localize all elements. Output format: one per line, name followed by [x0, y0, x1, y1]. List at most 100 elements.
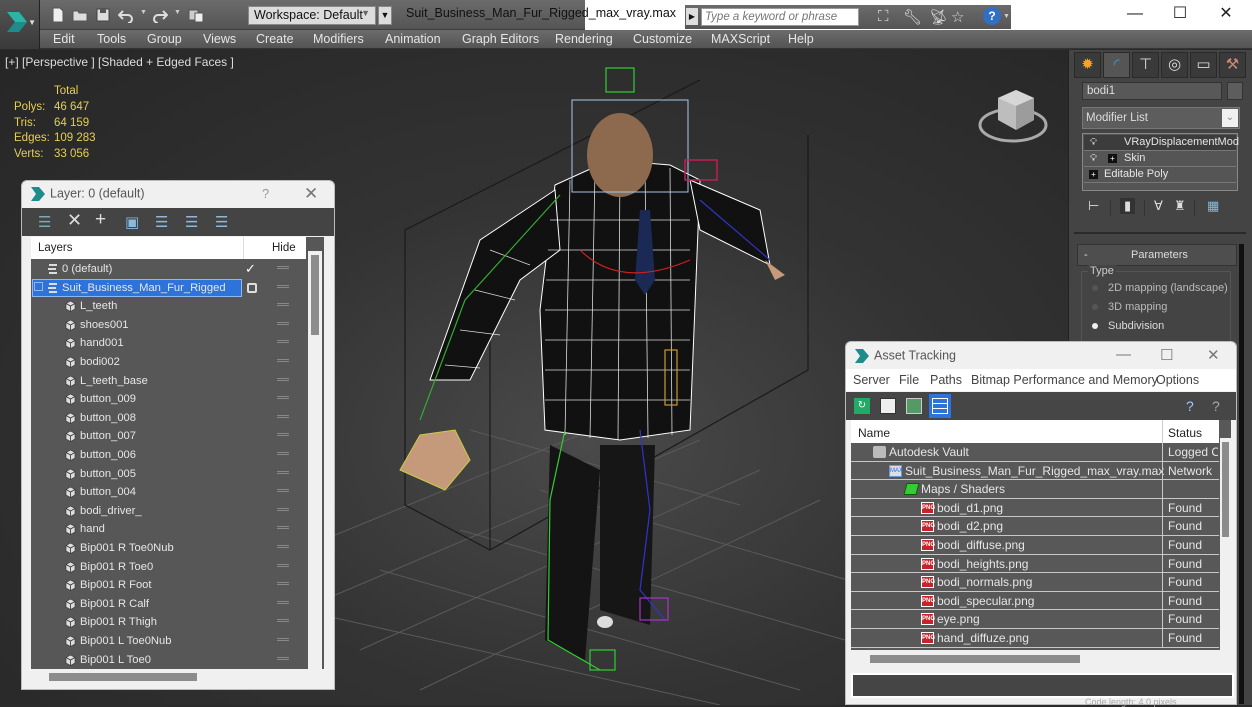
minimize-button[interactable]: —: [1124, 4, 1146, 24]
object-row[interactable]: Bip001 R Toe0Nub: [31, 539, 306, 558]
star-icon[interactable]: ☆: [951, 8, 964, 26]
thumbnail-view-icon[interactable]: [906, 398, 922, 414]
asset-horizontal-scrollbar[interactable]: [851, 652, 1231, 666]
lightbulb-icon[interactable]: 💡︎: [1090, 137, 1097, 148]
layer-tree[interactable]: Layers Hide 0 (default) ✓ Suit_Business_Ma…: [31, 237, 324, 669]
hide-toggle[interactable]: [277, 452, 289, 455]
hide-toggle[interactable]: [277, 507, 289, 511]
close-button[interactable]: ✕: [1215, 4, 1237, 24]
column-status[interactable]: Status: [1168, 426, 1202, 440]
asset-path-field[interactable]: [851, 673, 1234, 698]
hide-toggle[interactable]: [277, 377, 289, 381]
pin-stack-icon[interactable]: ⊢: [1088, 198, 1099, 214]
hide-toggle[interactable]: [277, 489, 289, 493]
modifier-stack-item[interactable]: + Editable Poly: [1084, 167, 1236, 183]
save-icon[interactable]: [95, 7, 111, 23]
menu-paths[interactable]: Paths: [930, 373, 962, 387]
wrench-icon[interactable]: 🔧︎: [903, 8, 922, 26]
menu-graph-editors[interactable]: Graph Editors: [462, 32, 539, 46]
modifier-stack[interactable]: 💡︎ VRayDisplacementMod 💡︎ + Skin + Edita…: [1082, 133, 1239, 191]
utilities-icon[interactable]: ⚒: [1219, 52, 1246, 78]
object-row[interactable]: Bip001 R Toe0: [31, 558, 306, 577]
object-row[interactable]: bodi002: [31, 353, 306, 372]
object-row[interactable]: hand: [31, 520, 306, 539]
object-row[interactable]: L_teeth_base: [31, 372, 306, 391]
column-layers[interactable]: Layers: [38, 242, 73, 254]
column-hide[interactable]: Hide: [272, 242, 296, 254]
create-icon[interactable]: ✹: [1074, 52, 1101, 78]
expand-icon[interactable]: +: [1089, 170, 1098, 179]
app-menu-button[interactable]: ▼: [0, 0, 40, 49]
chevron-down-icon[interactable]: ▼: [1003, 13, 1010, 20]
asset-row[interactable]: Maps / Shaders: [851, 480, 1219, 499]
menu-file[interactable]: File: [899, 373, 919, 387]
menu-customize[interactable]: Customize: [633, 32, 692, 46]
minimize-button[interactable]: —: [1116, 346, 1131, 363]
modifier-stack-item[interactable]: 💡︎ VRayDisplacementMod: [1084, 135, 1239, 151]
refresh-icon[interactable]: ↻: [854, 398, 870, 414]
hide-toggle[interactable]: [277, 470, 289, 474]
object-color-swatch[interactable]: [1227, 82, 1243, 100]
help-icon[interactable]: ?: [1186, 398, 1202, 414]
display-icon[interactable]: ▭: [1190, 52, 1217, 78]
object-row[interactable]: button_004: [31, 483, 306, 502]
object-row[interactable]: Bip001 L Toe0: [31, 651, 306, 669]
lightbulb-icon[interactable]: 💡︎: [1090, 153, 1097, 164]
hide-toggle[interactable]: [277, 414, 289, 418]
maximize-button[interactable]: ☐: [1160, 346, 1173, 364]
hide-toggle[interactable]: [277, 563, 289, 567]
expand-icon[interactable]: +: [1108, 154, 1117, 163]
menu-modifiers[interactable]: Modifiers: [313, 32, 364, 46]
modifier-list-dropdown[interactable]: Modifier List ⌄: [1082, 107, 1240, 129]
project-folder-icon[interactable]: [188, 7, 204, 23]
workspace-dropdown[interactable]: Workspace: Default ▼: [248, 6, 376, 25]
hide-toggle[interactable]: [277, 638, 289, 641]
hide-toggle[interactable]: [277, 582, 289, 586]
asset-row[interactable]: PNG bodi_heights.png Found: [851, 554, 1219, 574]
close-button[interactable]: ✕: [1207, 346, 1220, 364]
object-row[interactable]: L_teeth: [31, 297, 306, 316]
asset-row[interactable]: PNG bodi_specular.png Found: [851, 591, 1219, 611]
object-row[interactable]: button_007: [31, 427, 306, 446]
object-row[interactable]: Bip001 R Calf: [31, 595, 306, 614]
binoculars-icon[interactable]: ⛶: [878, 8, 889, 25]
asset-row[interactable]: PNG eye.png Found: [851, 610, 1219, 629]
search-expand-icon[interactable]: ▶: [686, 8, 698, 25]
object-row[interactable]: button_005: [31, 465, 306, 484]
hide-toggle[interactable]: [277, 321, 289, 325]
menu-edit[interactable]: Edit: [53, 32, 75, 46]
select-layer-icon[interactable]: ☰: [155, 213, 168, 231]
hide-toggle[interactable]: [277, 600, 289, 604]
delete-layer-icon[interactable]: ✕: [67, 210, 82, 231]
hide-toggle[interactable]: [277, 340, 289, 344]
layer-row[interactable]: 0 (default) ✓: [31, 260, 306, 279]
asset-vertical-scrollbar[interactable]: [1220, 438, 1231, 650]
modifier-stack-item[interactable]: 💡︎ + Skin: [1084, 151, 1236, 167]
list-view-icon[interactable]: [880, 398, 896, 414]
asset-row[interactable]: PNG hand_diffuze.png Found: [851, 629, 1219, 648]
menu-create[interactable]: Create: [256, 32, 294, 46]
redo-icon[interactable]: [152, 7, 168, 23]
object-row[interactable]: button_008: [31, 409, 306, 428]
select-objects-icon[interactable]: ▣: [125, 213, 139, 231]
new-file-icon[interactable]: [50, 7, 66, 23]
menu-maxscript[interactable]: MAXScript: [711, 32, 770, 46]
satellite-icon[interactable]: 📡︎: [929, 8, 948, 26]
help-button[interactable]: ?: [262, 186, 269, 201]
motion-icon[interactable]: ◎: [1161, 52, 1188, 78]
radio-subdivision[interactable]: Subdivision: [1092, 320, 1164, 332]
column-name[interactable]: Name: [858, 426, 890, 440]
menu-options[interactable]: Options: [1156, 373, 1199, 387]
hide-toggle[interactable]: [277, 545, 289, 548]
make-unique-icon[interactable]: ∀: [1154, 198, 1163, 214]
hide-toggle[interactable]: [277, 433, 289, 437]
set-current-checkbox[interactable]: [247, 282, 257, 293]
help-icon[interactable]: ?: [983, 7, 1001, 25]
layer-vertical-scrollbar[interactable]: [308, 251, 322, 669]
open-folder-icon[interactable]: [72, 7, 88, 23]
object-name-input[interactable]: bodi1: [1082, 82, 1222, 100]
hide-toggle[interactable]: [277, 359, 289, 362]
hide-all-icon[interactable]: ☰: [215, 213, 228, 231]
object-row[interactable]: button_006: [31, 446, 306, 465]
viewcube[interactable]: [978, 80, 1058, 150]
